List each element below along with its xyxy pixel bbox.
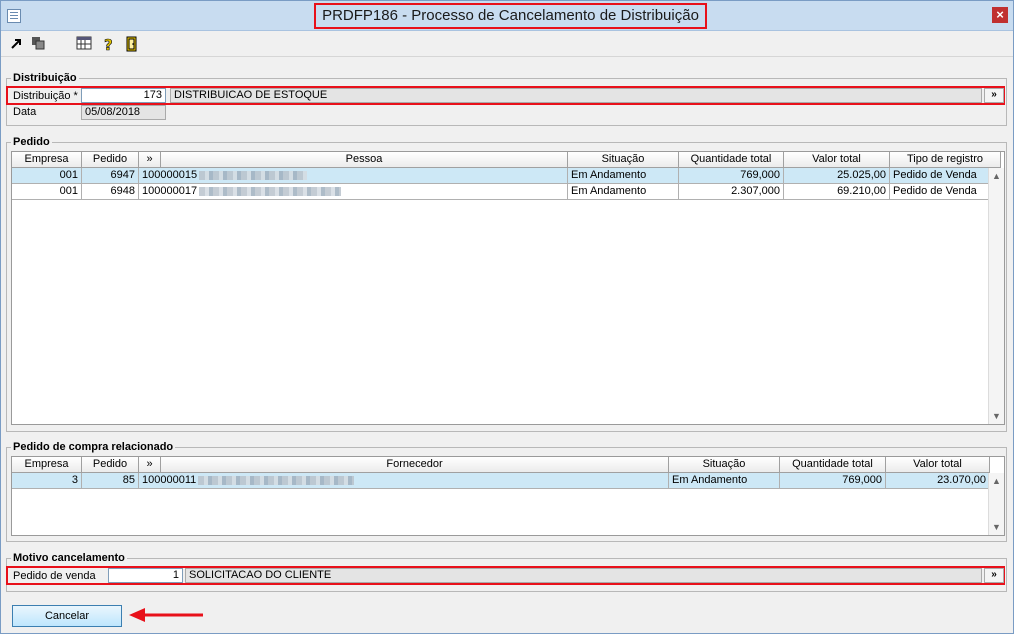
help-icon[interactable]: ? <box>100 36 116 55</box>
pedido-group-label: Pedido <box>11 135 52 149</box>
motivo-code-input[interactable]: 1 <box>108 568 183 583</box>
col-lookup[interactable]: » <box>139 457 161 473</box>
cell-situacao: Em Andamento <box>568 184 679 200</box>
col-pedido[interactable]: Pedido <box>82 457 139 473</box>
copy-icon[interactable] <box>30 36 46 52</box>
cell-empresa: 3 <box>12 473 82 489</box>
cell-pedido: 6948 <box>82 184 139 200</box>
cell-pedido: 6947 <box>82 168 139 184</box>
cell-empresa: 001 <box>12 168 82 184</box>
col-situacao[interactable]: Situação <box>669 457 780 473</box>
table-row[interactable]: 001 6948 100000017 Em Andamento 2.307,00… <box>12 184 1001 200</box>
distribuicao-description: DISTRIBUICAO DE ESTOQUE <box>170 88 982 103</box>
table-row[interactable]: 001 6947 100000015 Em Andamento 769,000 … <box>12 168 1001 184</box>
col-tipo-registro[interactable]: Tipo de registro <box>890 152 1001 168</box>
scroll-down-icon[interactable]: ▼ <box>989 408 1004 424</box>
motivo-lookup-button[interactable]: » <box>984 568 1004 583</box>
cell-quantidade: 2.307,000 <box>679 184 784 200</box>
cell-tipo: Pedido de Venda <box>890 168 1001 184</box>
svg-text:?: ? <box>104 36 113 52</box>
pedido-grid: Empresa Pedido » Pessoa Situação Quantid… <box>11 151 1005 425</box>
motivo-description: SOLICITACAO DO CLIENTE <box>185 568 982 583</box>
col-pessoa[interactable]: Pessoa <box>161 152 568 168</box>
compra-grid: Empresa Pedido » Fornecedor Situação Qua… <box>11 456 1005 536</box>
col-quantidade-total[interactable]: Quantidade total <box>679 152 784 168</box>
cell-quantidade: 769,000 <box>679 168 784 184</box>
app-icon <box>7 9 21 23</box>
distribuicao-field-label: Distribuição * <box>13 90 78 102</box>
pedido-scrollbar[interactable]: ▲ ▼ <box>988 168 1004 424</box>
export-icon[interactable] <box>9 36 25 52</box>
data-value: 05/08/2018 <box>81 105 166 120</box>
scroll-up-icon[interactable]: ▲ <box>989 168 1004 184</box>
red-arrow-icon <box>129 608 203 622</box>
cell-empresa: 001 <box>12 184 82 200</box>
cell-valor: 23.070,00 <box>886 473 990 489</box>
pessoa-code: 100000015 <box>142 169 198 181</box>
redacted-name <box>199 186 342 196</box>
cell-pessoa: 100000017 <box>139 184 568 200</box>
window-title: PRDFP186 - Processo de Cancelamento de D… <box>314 3 707 29</box>
cell-valor: 25.025,00 <box>784 168 890 184</box>
col-situacao[interactable]: Situação <box>568 152 679 168</box>
distribuicao-code-input[interactable]: 173 <box>81 88 166 103</box>
col-valor-total[interactable]: Valor total <box>784 152 890 168</box>
calendar-grid-icon[interactable] <box>76 36 92 52</box>
window: PRDFP186 - Processo de Cancelamento de D… <box>0 0 1014 634</box>
col-empresa[interactable]: Empresa <box>12 457 82 473</box>
close-icon[interactable]: × <box>992 7 1008 23</box>
scroll-down-icon[interactable]: ▼ <box>989 519 1004 535</box>
cell-pedido: 85 <box>82 473 139 489</box>
scroll-up-icon[interactable]: ▲ <box>989 473 1004 489</box>
toolbar: ? <box>1 31 1013 57</box>
redacted-name <box>198 475 355 485</box>
col-pedido[interactable]: Pedido <box>82 152 139 168</box>
compra-grid-header: Empresa Pedido » Fornecedor Situação Qua… <box>12 457 990 473</box>
fornecedor-code: 100000011 <box>142 474 197 486</box>
distribuicao-lookup-button[interactable]: » <box>984 88 1004 103</box>
cell-pessoa: 100000015 <box>139 168 568 184</box>
compra-scrollbar[interactable]: ▲ ▼ <box>988 473 1004 535</box>
cell-tipo: Pedido de Venda <box>890 184 1001 200</box>
pessoa-code: 100000017 <box>142 185 198 197</box>
cancel-button[interactable]: Cancelar <box>12 605 122 627</box>
motivo-group-label: Motivo cancelamento <box>11 551 127 565</box>
cell-situacao: Em Andamento <box>669 473 780 489</box>
motivo-field-label: Pedido de venda <box>13 570 96 582</box>
col-valor-total[interactable]: Valor total <box>886 457 990 473</box>
table-row[interactable]: 3 85 100000011 Em Andamento 769,000 23.0… <box>12 473 990 489</box>
exit-door-icon[interactable] <box>124 36 140 52</box>
redacted-name <box>199 170 308 180</box>
cell-valor: 69.210,00 <box>784 184 890 200</box>
cell-fornecedor: 100000011 <box>139 473 669 489</box>
col-empresa[interactable]: Empresa <box>12 152 82 168</box>
cell-situacao: Em Andamento <box>568 168 679 184</box>
col-quantidade-total[interactable]: Quantidade total <box>780 457 886 473</box>
col-fornecedor[interactable]: Fornecedor <box>161 457 669 473</box>
col-lookup[interactable]: » <box>139 152 161 168</box>
distribuicao-group-label: Distribuição <box>11 71 79 85</box>
title-bar: PRDFP186 - Processo de Cancelamento de D… <box>1 1 1013 31</box>
pedido-grid-header: Empresa Pedido » Pessoa Situação Quantid… <box>12 152 1001 168</box>
compra-group-label: Pedido de compra relacionado <box>11 440 176 454</box>
cell-quantidade: 769,000 <box>780 473 886 489</box>
data-label: Data <box>13 106 37 118</box>
